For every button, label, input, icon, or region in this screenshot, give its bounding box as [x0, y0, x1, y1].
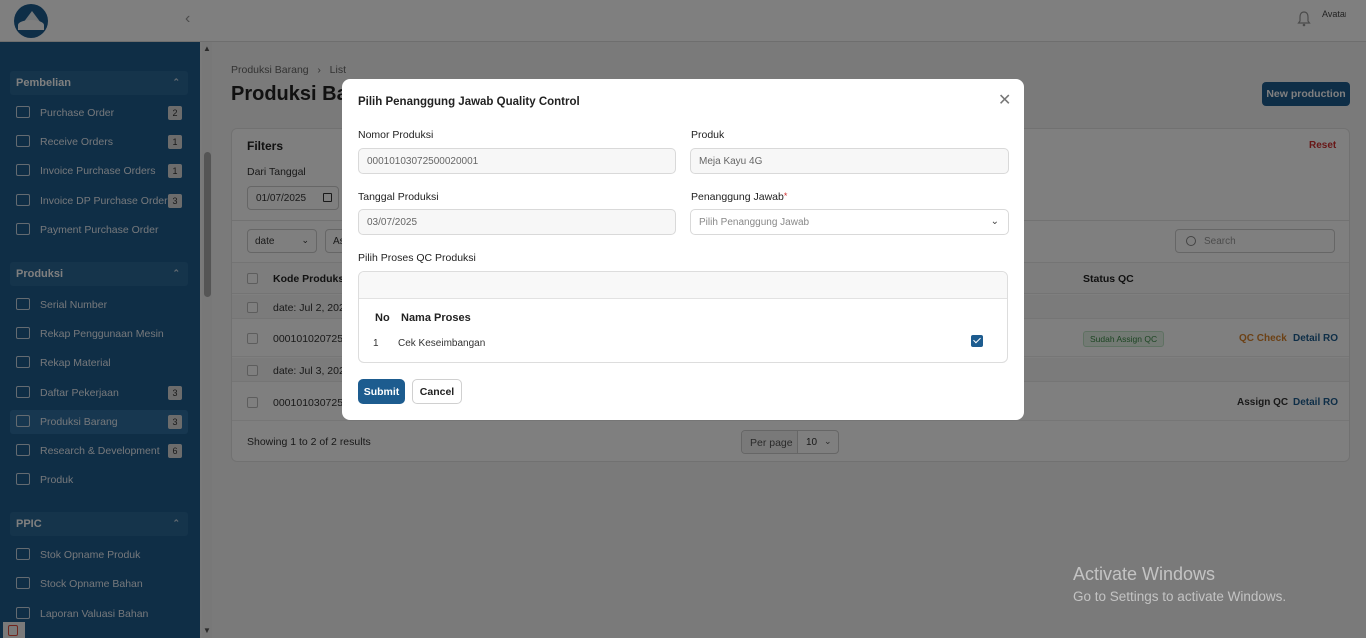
tanggal-produksi-field: 03/07/2025 [358, 209, 676, 235]
row-no: 1 [373, 338, 379, 349]
required-marker: * [783, 191, 788, 201]
proses-qc-label: Pilih Proses QC Produksi [358, 252, 476, 264]
penanggung-jawab-select[interactable]: Pilih Penanggung Jawab ⌄ [690, 209, 1009, 235]
submit-button[interactable]: Submit [358, 379, 405, 404]
proses-checkbox[interactable] [971, 335, 983, 347]
chevron-down-icon: ⌄ [990, 216, 999, 227]
row-nama-proses: Cek Keseimbangan [398, 338, 486, 349]
column-header-no: No [375, 312, 390, 324]
produk-label: Produk [691, 129, 725, 141]
column-header-nama-proses: Nama Proses [401, 312, 471, 324]
nomor-produksi-label: Nomor Produksi [358, 129, 434, 141]
nomor-produksi-field: 00010103072500020001 [358, 148, 676, 174]
table-toolbar [359, 272, 1007, 299]
penanggung-jawab-label: Penanggung Jawab* [691, 191, 788, 203]
tanggal-produksi-label: Tanggal Produksi [358, 191, 439, 203]
proses-qc-table: No Nama Proses 1 Cek Keseimbangan [358, 271, 1008, 363]
assign-qc-modal: Pilih Penanggung Jawab Quality Control ✕… [342, 79, 1024, 420]
windows-watermark-subtitle: Go to Settings to activate Windows. [1073, 589, 1287, 604]
produk-field: Meja Kayu 4G [690, 148, 1009, 174]
cancel-button[interactable]: Cancel [412, 379, 462, 404]
close-icon[interactable]: ✕ [998, 90, 1011, 110]
modal-title: Pilih Penanggung Jawab Quality Control [358, 96, 580, 108]
windows-watermark-title: Activate Windows [1073, 564, 1216, 584]
